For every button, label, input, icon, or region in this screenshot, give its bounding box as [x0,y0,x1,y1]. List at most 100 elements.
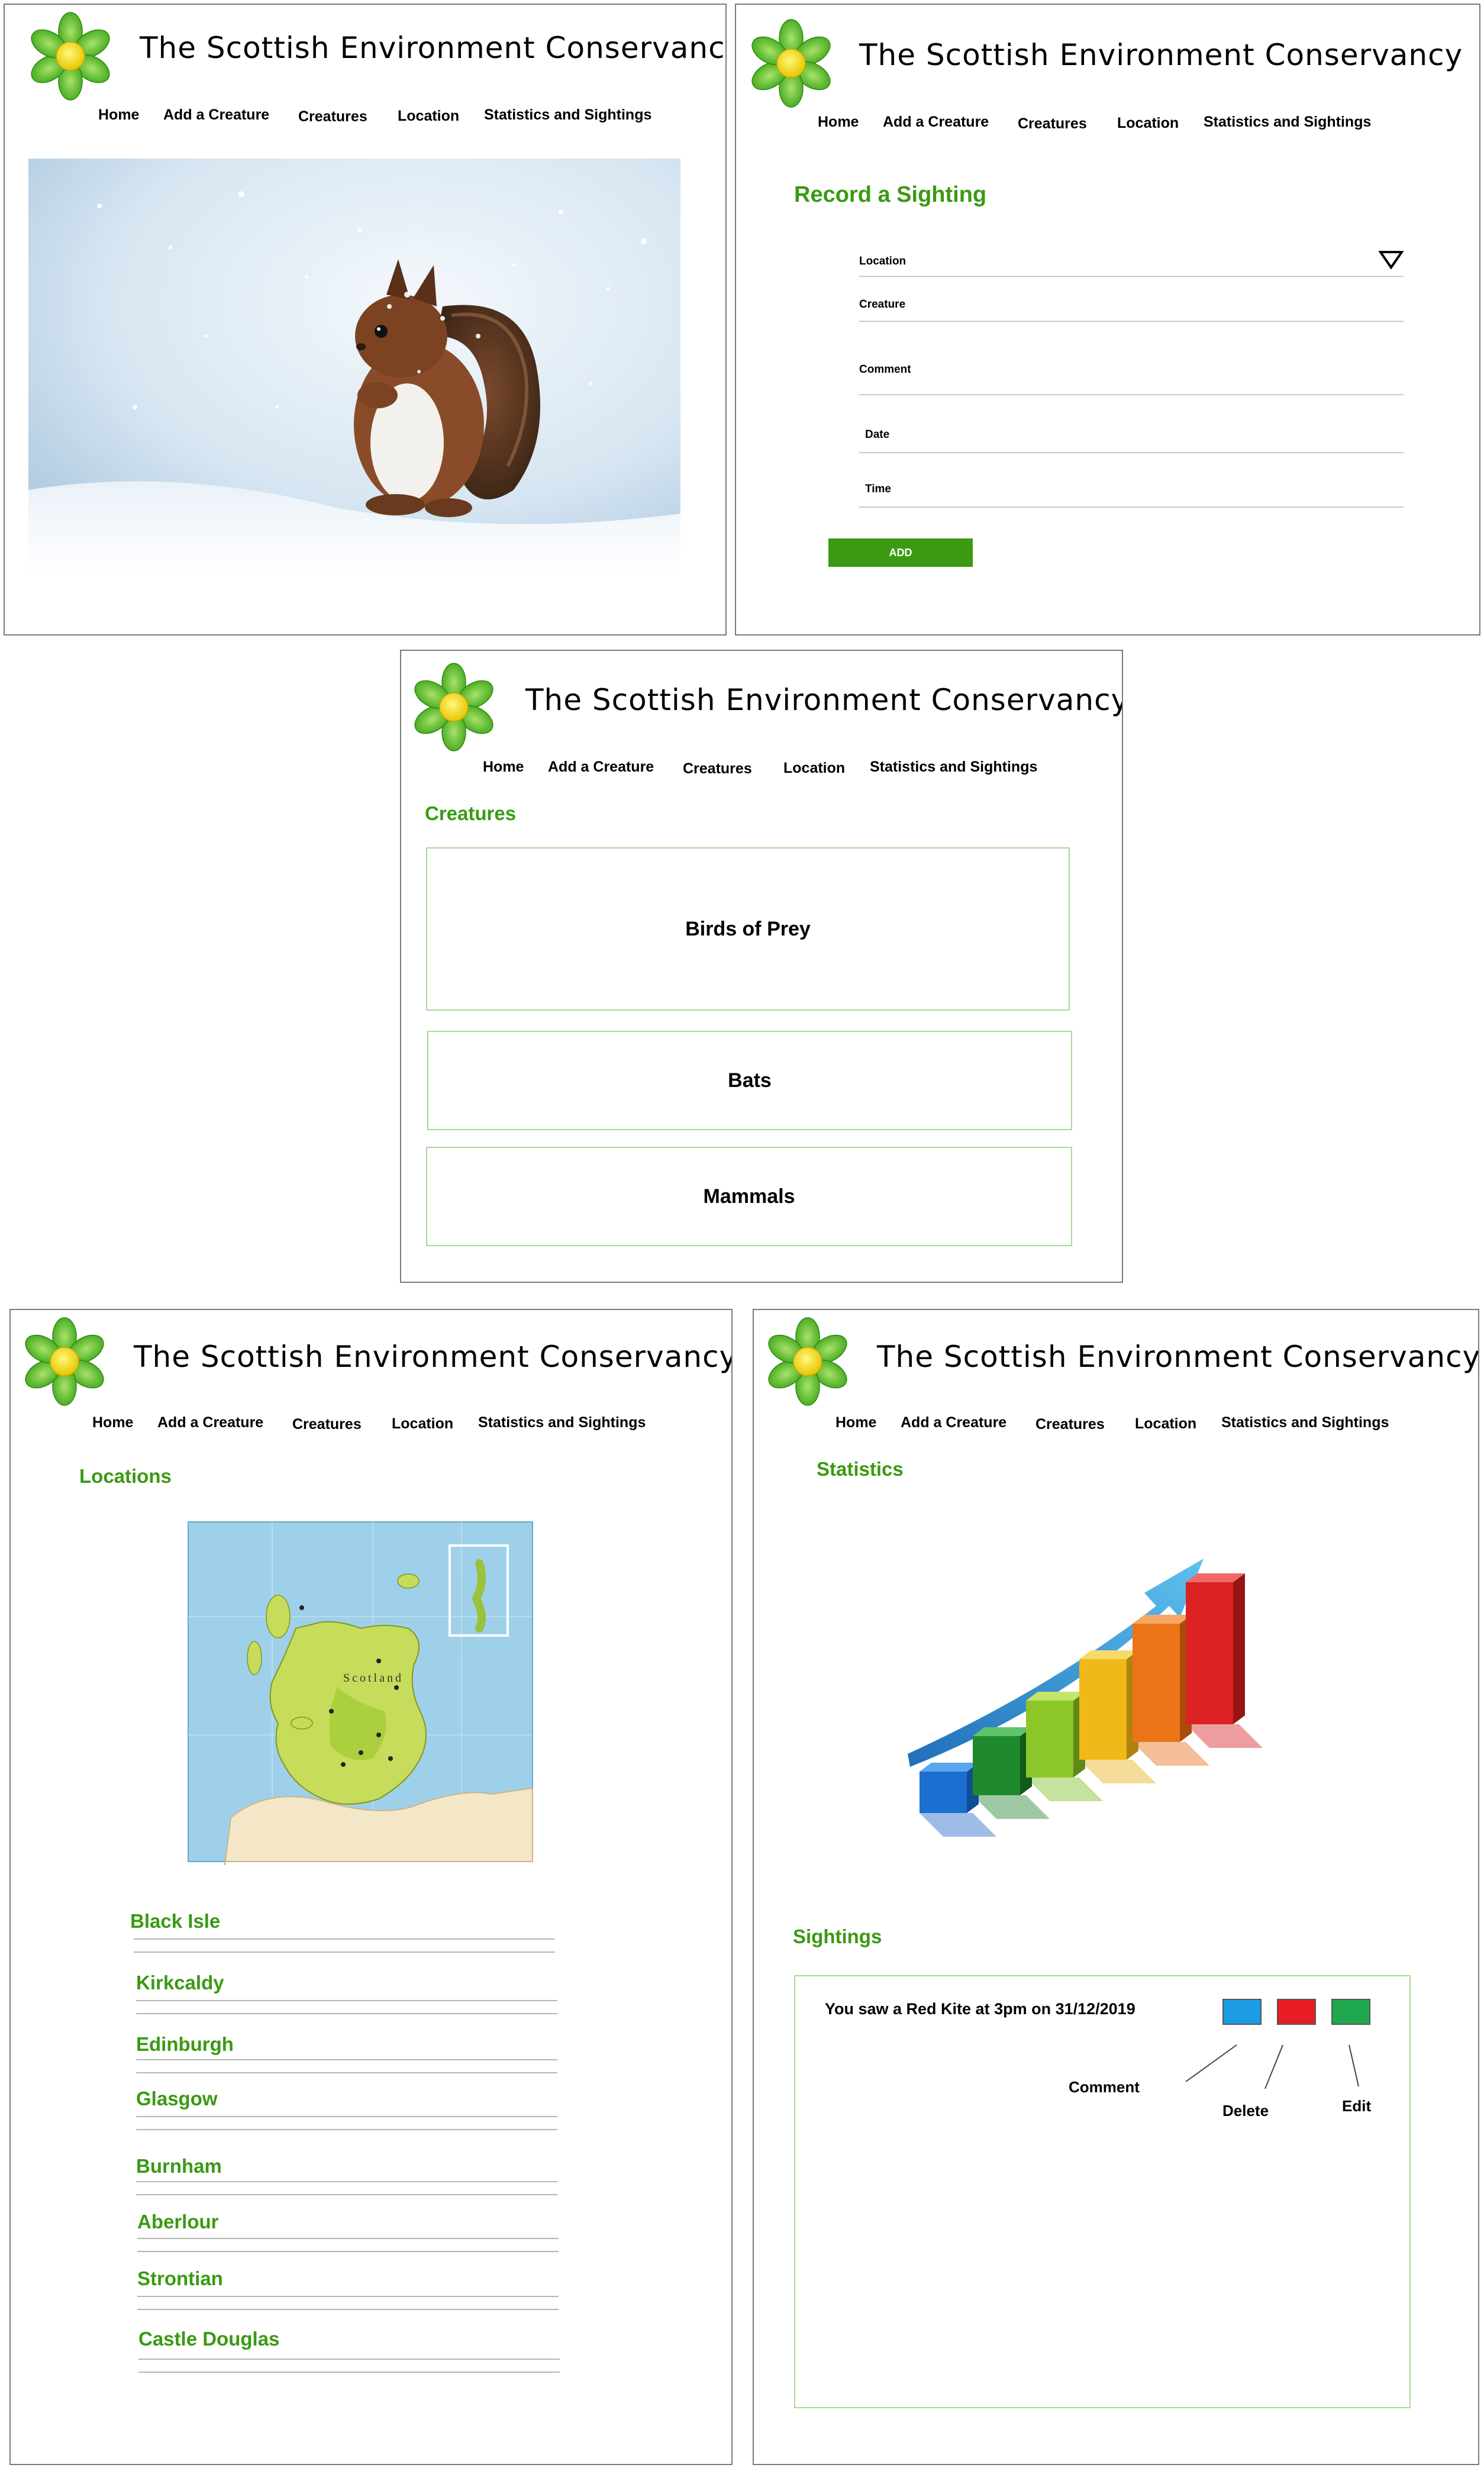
add-sighting-button[interactable]: ADD [828,538,973,567]
location-underline [859,276,1404,277]
flower-logo-icon[interactable] [409,663,498,751]
flower-logo-icon[interactable] [26,12,115,101]
flower-logo-icon[interactable] [20,1317,109,1406]
nav-home[interactable]: Home [835,1414,876,1431]
flower-logo-icon[interactable] [763,1317,852,1406]
statistics-heading: Statistics [817,1458,904,1480]
location-divider [136,2116,557,2117]
location-divider [137,2251,559,2252]
nav-statistics-sightings[interactable]: Statistics and Sightings [484,107,651,124]
date-underline [859,452,1404,453]
location-divider [137,2238,559,2239]
home-page-panel: The Scottish Environment Conservancy Hom… [4,4,727,636]
location-divider [136,2059,557,2060]
site-title: The Scottish Environment Conservancy [525,683,1123,717]
location-item-strontian[interactable]: Strontian [137,2267,223,2290]
creature-underline [859,321,1404,322]
nav-location[interactable]: Location [1117,115,1179,132]
location-divider [136,2129,557,2130]
flower-logo-icon[interactable] [747,19,835,108]
nav-statistics-sightings[interactable]: Statistics and Sightings [1204,114,1371,131]
nav-creatures[interactable]: Creatures [292,1416,362,1433]
nav-statistics-sightings[interactable]: Statistics and Sightings [478,1414,646,1431]
nav-add-creature[interactable]: Add a Creature [883,114,989,131]
locations-panel: The Scottish Environment Conservancy Hom… [9,1309,733,2465]
location-divider [137,2296,559,2297]
main-nav: Home Add a Creature Creatures Location S… [401,759,1122,782]
scotland-map-image[interactable]: Scotland [183,1510,541,1871]
location-divider [134,1951,555,1953]
nav-home[interactable]: Home [483,759,524,776]
location-item-aberlour[interactable]: Aberlour [137,2211,219,2233]
creature-card-bats[interactable]: Bats [427,1031,1072,1130]
creature-card-birds-of-prey[interactable]: Birds of Prey [426,847,1070,1011]
date-field[interactable]: Date [865,428,889,441]
location-item-kirkcaldy[interactable]: Kirkcaldy [136,1972,224,1994]
comment-field[interactable]: Comment [859,363,911,376]
location-item-burnham[interactable]: Burnham [136,2155,222,2178]
nav-statistics-sightings[interactable]: Statistics and Sightings [870,759,1037,776]
nav-home[interactable]: Home [92,1414,133,1431]
location-item-black-isle[interactable]: Black Isle [130,1910,220,1933]
site-title: The Scottish Environment Conservancy [877,1340,1479,1374]
red-squirrel-hero-image [28,159,680,575]
nav-location[interactable]: Location [1135,1415,1196,1433]
location-item-edinburgh[interactable]: Edinburgh [136,2033,234,2056]
location-item-glasgow[interactable]: Glasgow [136,2088,218,2110]
edit-callout-label: Edit [1342,2097,1372,2115]
nav-statistics-sightings[interactable]: Statistics and Sightings [1221,1414,1389,1431]
card-label: Bats [728,1069,772,1092]
location-divider [136,2181,557,2182]
sightings-box: You saw a Red Kite at 3pm on 31/12/2019 … [794,1975,1411,2408]
creatures-panel: The Scottish Environment Conservancy Hom… [400,650,1123,1283]
record-sighting-heading: Record a Sighting [794,182,987,207]
card-label: Birds of Prey [685,917,811,940]
nav-location[interactable]: Location [392,1415,453,1433]
record-sighting-panel: The Scottish Environment Conservancy Hom… [735,4,1480,636]
callout-lines [1185,2044,1359,2089]
creature-card-mammals[interactable]: Mammals [426,1147,1072,1246]
location-item-castle-douglas[interactable]: Castle Douglas [138,2328,279,2350]
location-label: Location [859,255,906,267]
nav-creatures[interactable]: Creatures [1035,1416,1105,1433]
site-title: The Scottish Environment Conservancy [134,1340,733,1374]
main-nav: Home Add a Creature Creatures Location S… [11,1414,731,1438]
nav-creatures[interactable]: Creatures [1018,115,1087,133]
location-divider [137,2309,559,2310]
creatures-heading: Creatures [425,802,517,824]
sightings-heading: Sightings [793,1925,882,1947]
time-underline [859,507,1404,508]
location-divider [138,2372,560,2373]
main-nav: Home Add a Creature Creatures Location S… [754,1414,1478,1438]
creature-field[interactable]: Creature [859,298,905,311]
comment-callout-label: Comment [1069,2078,1140,2096]
nav-home[interactable]: Home [98,107,139,124]
location-divider [136,2000,557,2001]
locations-heading: Locations [79,1465,172,1487]
comment-underline [859,394,1404,395]
time-field[interactable]: Time [865,483,891,496]
nav-location[interactable]: Location [783,760,845,777]
location-divider [136,2194,557,2195]
nav-add-creature[interactable]: Add a Creature [901,1414,1006,1431]
location-divider [134,1938,555,1940]
nav-add-creature[interactable]: Add a Creature [163,107,269,124]
nav-add-creature[interactable]: Add a Creature [157,1414,263,1431]
location-divider [136,2072,557,2073]
main-nav: Home Add a Creature Creatures Location S… [5,107,725,130]
location-select[interactable]: Location [859,244,1404,277]
nav-add-creature[interactable]: Add a Creature [548,759,654,776]
location-divider [136,2013,557,2014]
nav-creatures[interactable]: Creatures [298,108,367,125]
card-label: Mammals [703,1185,795,1208]
dropdown-triangle-icon[interactable] [1379,250,1404,269]
growth-chart-illustration [908,1559,1263,1837]
nav-creatures[interactable]: Creatures [683,760,752,778]
delete-callout-label: Delete [1222,2102,1269,2120]
site-title: The Scottish Environment Conservancy [859,38,1463,72]
location-divider [138,2359,560,2360]
map-country-label: Scotland [343,1672,404,1685]
nav-home[interactable]: Home [818,114,859,131]
site-title: The Scottish Environment Conservancy [140,31,727,65]
nav-location[interactable]: Location [398,108,459,125]
